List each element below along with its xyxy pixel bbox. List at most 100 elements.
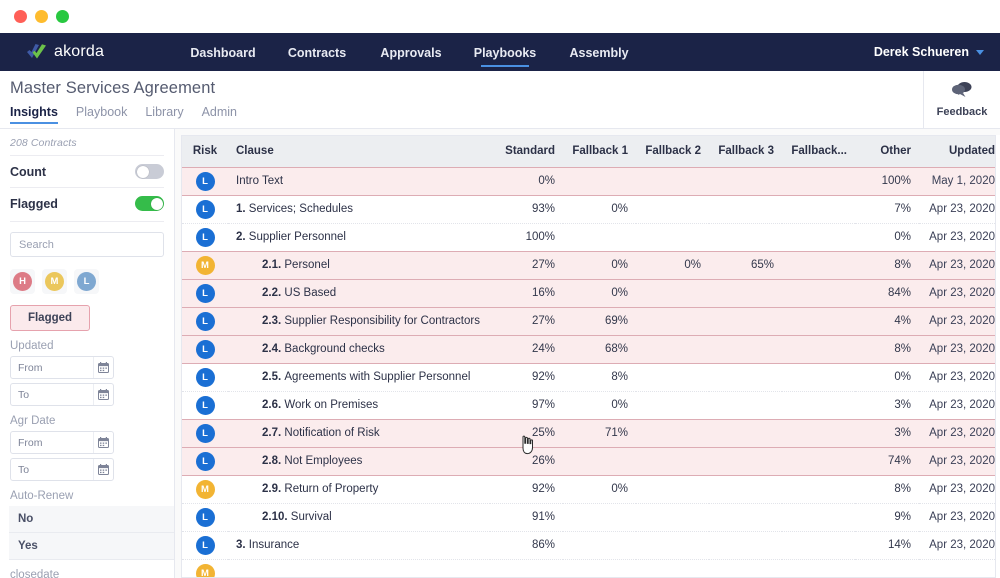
page-title: Master Services Agreement [10, 79, 216, 97]
feedback-button[interactable]: Feedback [923, 71, 1000, 128]
table-row[interactable]: M [182, 559, 997, 577]
column-header-fallback-3[interactable]: Fallback 3 [709, 136, 782, 167]
table-row[interactable]: L 2.8. Not Employees 26% 74% Apr 23, 2020 [182, 447, 997, 475]
clause-cell[interactable]: 3. Insurance [228, 531, 490, 559]
auto-renew-option-yes[interactable]: Yes [9, 533, 174, 560]
toggle-row-flagged[interactable]: Flagged [10, 187, 164, 219]
window-minimize-button[interactable] [35, 10, 48, 23]
agr-date-from-field[interactable] [10, 431, 114, 454]
column-header-fallback-1[interactable]: Fallback 1 [563, 136, 636, 167]
table-row[interactable]: L 2. Supplier Personnel 100% 0% Apr 23, 2020 [182, 223, 997, 251]
tab-library[interactable]: Library [145, 105, 183, 124]
tab-playbook[interactable]: Playbook [76, 105, 127, 124]
table-row[interactable]: L 2.10. Survival 91% 9% Apr 23, 2020 [182, 503, 997, 531]
user-menu[interactable]: Derek Schueren [874, 33, 984, 71]
column-header-standard[interactable]: Standard [490, 136, 563, 167]
table-row[interactable]: L 2.6. Work on Premises 97% 0% 3% Apr 23, 202… [182, 391, 997, 419]
other-cell: 0% [894, 231, 911, 243]
agr-date-to-field[interactable] [10, 458, 114, 481]
table-row[interactable]: M 2.1. Personel 27% 0% 0% 65% 8% Apr 23, 2020 [182, 251, 997, 279]
fallback-more-cell [782, 335, 855, 363]
fallback-more-cell [782, 447, 855, 475]
calendar-icon[interactable] [93, 432, 113, 453]
window-zoom-button[interactable] [56, 10, 69, 23]
page-body: 208 Contracts Count Flagged H M L Flagge… [0, 129, 1000, 578]
calendar-icon[interactable] [93, 357, 113, 378]
flagged-toggle-switch[interactable] [135, 196, 164, 211]
risk-chip-medium[interactable]: M [42, 269, 67, 294]
nav-item-playbooks[interactable]: Playbooks [458, 36, 552, 69]
flagged-filter-button[interactable]: Flagged [10, 305, 90, 331]
risk-chip-low[interactable]: L [74, 269, 99, 294]
other-cell: 84% [887, 287, 911, 299]
clause-cell[interactable]: 2.9. Return of Property [228, 475, 490, 503]
fallback-3-cell [709, 503, 782, 531]
nav-item-dashboard[interactable]: Dashboard [176, 36, 270, 69]
clause-number: 2.7. [262, 427, 285, 439]
clause-cell[interactable]: 2.8. Not Employees [228, 447, 490, 475]
column-header-other[interactable]: Other [855, 136, 919, 167]
column-header-updated[interactable]: Updated [919, 136, 997, 167]
table-row[interactable]: L 2.4. Background checks 24% 68% 8% Apr 23, 2… [182, 335, 997, 363]
fallback-1-cell: 69% [604, 315, 628, 327]
tab-insights[interactable]: Insights [10, 105, 58, 124]
brand-logo[interactable]: akorda [26, 43, 146, 61]
clause-title: US Based [284, 287, 337, 299]
fallback-3-cell [709, 167, 782, 195]
other-cell: 4% [894, 315, 911, 327]
clause-cell[interactable]: 2.4. Background checks [228, 335, 490, 363]
clause-cell[interactable]: 2.1. Personel [228, 251, 490, 279]
column-header-fallback-2[interactable]: Fallback 2 [636, 136, 709, 167]
clause-cell[interactable]: 2.3. Supplier Responsibility for Contrac… [228, 307, 490, 335]
risk-chip-high[interactable]: H [10, 269, 35, 294]
table-row[interactable]: L Intro Text 0% 100% May 1, 2020 [182, 167, 997, 195]
updated-cell: Apr 23, 2020 [929, 511, 995, 523]
column-header-clause[interactable]: Clause [228, 136, 490, 167]
fallback-2-cell [636, 279, 709, 307]
updated-to-field[interactable] [10, 383, 114, 406]
nav-item-assembly[interactable]: Assembly [552, 36, 646, 69]
clause-number: 2.4. [262, 343, 285, 355]
standard-cell: 86% [531, 539, 555, 551]
table-row[interactable]: L 3. Insurance 86% 14% Apr 23, 2020 [182, 531, 997, 559]
auto-renew-option-no[interactable]: No [9, 506, 174, 533]
tab-admin[interactable]: Admin [202, 105, 237, 124]
contracts-count-label: 208 Contracts [10, 137, 77, 149]
table-row[interactable]: L 1. Services; Schedules 93% 0% 7% Apr 23, 20… [182, 195, 997, 223]
updated-from-field[interactable] [10, 356, 114, 379]
table-row[interactable]: L 2.7. Notification of Risk 25% 71% 3% Apr 23… [182, 419, 997, 447]
clause-cell[interactable]: 1. Services; Schedules [228, 195, 490, 223]
search-input[interactable] [10, 232, 164, 257]
fallback-2-cell [636, 559, 709, 577]
risk-badge-cell: L [182, 391, 228, 419]
clause-cell[interactable]: 2. Supplier Personnel [228, 223, 490, 251]
clause-cell[interactable]: Intro Text [228, 167, 490, 195]
clause-cell[interactable] [228, 559, 490, 577]
count-toggle-switch[interactable] [135, 164, 164, 179]
clause-cell[interactable]: 2.2. US Based [228, 279, 490, 307]
filter-label-auto-renew: Auto-Renew [10, 490, 74, 502]
calendar-icon[interactable] [93, 384, 113, 405]
fallback-2-cell: 0% [684, 259, 701, 271]
risk-badge: L [195, 199, 215, 219]
clause-cell[interactable]: 2.7. Notification of Risk [228, 419, 490, 447]
window-close-button[interactable] [14, 10, 27, 23]
nav-item-contracts[interactable]: Contracts [270, 36, 364, 69]
feedback-label: Feedback [936, 106, 988, 118]
clause-cell[interactable]: 2.6. Work on Premises [228, 391, 490, 419]
vertical-scrollbar[interactable] [995, 135, 1000, 578]
table-row[interactable]: L 2.3. Supplier Responsibility for Contra… [182, 307, 997, 335]
table-row[interactable]: L 2.2. US Based 16% 0% 84% Apr 23, 2020 [182, 279, 997, 307]
page-header: Master Services Agreement Insights Playb… [0, 71, 1000, 129]
column-header-risk[interactable]: Risk [182, 136, 228, 167]
column-header-fallback-more[interactable]: Fallback... [782, 136, 855, 167]
clause-cell[interactable]: 2.5. Agreements with Supplier Personnel [228, 363, 490, 391]
calendar-icon[interactable] [93, 459, 113, 480]
table-row[interactable]: L 2.5. Agreements with Supplier Personnel… [182, 363, 997, 391]
toggle-row-count[interactable]: Count [10, 155, 164, 187]
clause-cell[interactable]: 2.10. Survival [228, 503, 490, 531]
updated-cell: Apr 23, 2020 [929, 203, 995, 215]
nav-item-approvals[interactable]: Approvals [364, 36, 458, 69]
table-row[interactable]: M 2.9. Return of Property 92% 0% 8% Apr 23, 2… [182, 475, 997, 503]
clause-number: 2.5. [262, 371, 285, 383]
